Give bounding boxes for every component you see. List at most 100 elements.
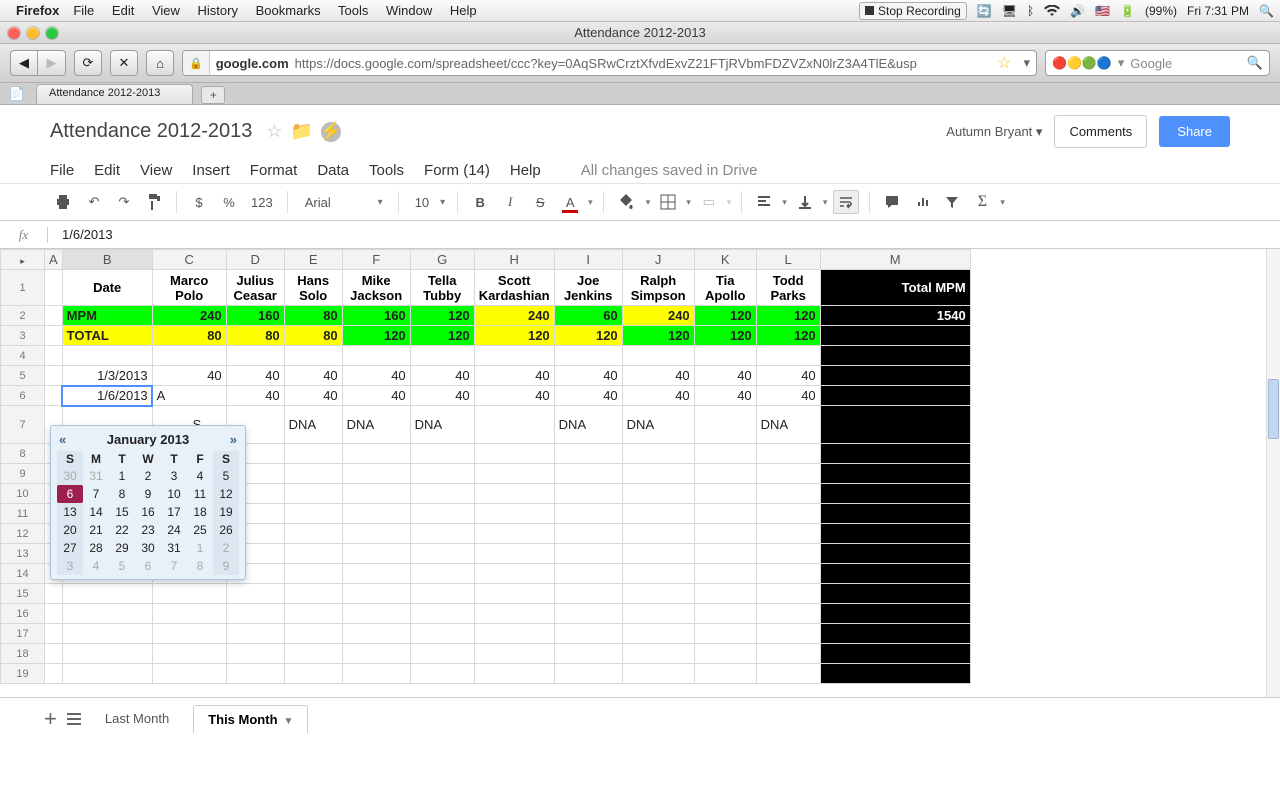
cell-E17[interactable] xyxy=(284,624,342,644)
datepicker-day[interactable]: 22 xyxy=(109,521,135,539)
cell-J18[interactable] xyxy=(622,644,694,664)
cell-H14[interactable] xyxy=(474,564,554,584)
cell-J2[interactable]: 240 xyxy=(622,306,694,326)
cell-K4[interactable] xyxy=(694,346,756,366)
share-button[interactable]: Share xyxy=(1159,116,1230,147)
row-header-4[interactable]: 4 xyxy=(1,346,45,366)
cell-G6[interactable]: 40 xyxy=(410,386,474,406)
activity-icon[interactable]: ⚡ xyxy=(321,122,341,142)
cell-H9[interactable] xyxy=(474,464,554,484)
cell-M3[interactable] xyxy=(820,326,970,346)
cell-H10[interactable] xyxy=(474,484,554,504)
cell-I7[interactable]: DNA xyxy=(554,406,622,444)
cell-H18[interactable] xyxy=(474,644,554,664)
cell-G3[interactable]: 120 xyxy=(410,326,474,346)
cell-I5[interactable]: 40 xyxy=(554,366,622,386)
row-header-8[interactable]: 8 xyxy=(1,444,45,464)
menu-edit[interactable]: Edit xyxy=(94,162,120,179)
cell-D2[interactable]: 160 xyxy=(226,306,284,326)
cell-A18[interactable] xyxy=(45,644,63,664)
cell-E8[interactable] xyxy=(284,444,342,464)
wrap-button[interactable] xyxy=(833,190,859,214)
cell-M10[interactable] xyxy=(820,484,970,504)
clock[interactable]: Fri 7:31 PM xyxy=(1187,4,1249,18)
cell-D15[interactable] xyxy=(226,584,284,604)
cell-E6[interactable]: 40 xyxy=(284,386,342,406)
cell-M1[interactable]: Total MPM xyxy=(820,270,970,306)
col-header-L[interactable]: L xyxy=(756,250,820,270)
row-header-12[interactable]: 12 xyxy=(1,524,45,544)
cell-K3[interactable]: 120 xyxy=(694,326,756,346)
display-icon[interactable]: 🖥 xyxy=(1002,4,1017,18)
cell-G18[interactable] xyxy=(410,644,474,664)
datepicker-day[interactable]: 6 xyxy=(57,485,83,503)
cell-G9[interactable] xyxy=(410,464,474,484)
battery-icon[interactable]: 🔋 xyxy=(1120,4,1135,18)
datepicker-day[interactable]: 7 xyxy=(83,485,109,503)
reload-button[interactable]: ⟳ xyxy=(74,50,102,76)
cell-J8[interactable] xyxy=(622,444,694,464)
cell-A16[interactable] xyxy=(45,604,63,624)
os-app-name[interactable]: Firefox xyxy=(16,3,59,18)
row-header-6[interactable]: 6 xyxy=(1,386,45,406)
cell-F15[interactable] xyxy=(342,584,410,604)
cell-G12[interactable] xyxy=(410,524,474,544)
col-header-corner[interactable]: ▸ xyxy=(1,250,45,270)
cell-B6[interactable]: 1/6/2013 xyxy=(62,386,152,406)
cell-D16[interactable] xyxy=(226,604,284,624)
cell-F18[interactable] xyxy=(342,644,410,664)
cell-F13[interactable] xyxy=(342,544,410,564)
cell-G19[interactable] xyxy=(410,664,474,684)
doc-title[interactable]: Attendance 2012-2013 xyxy=(50,120,252,143)
forward-button[interactable]: ▶ xyxy=(38,50,66,76)
cell-K16[interactable] xyxy=(694,604,756,624)
cell-I9[interactable] xyxy=(554,464,622,484)
new-tab-button[interactable]: + xyxy=(201,86,225,104)
font-select[interactable]: Arial xyxy=(298,192,388,213)
row-header-13[interactable]: 13 xyxy=(1,544,45,564)
datepicker-day[interactable]: 4 xyxy=(187,467,213,485)
cell-G15[interactable] xyxy=(410,584,474,604)
cell-I16[interactable] xyxy=(554,604,622,624)
datepicker-day[interactable]: 1 xyxy=(187,539,213,557)
col-header-I[interactable]: I xyxy=(554,250,622,270)
cell-H4[interactable] xyxy=(474,346,554,366)
cell-M4[interactable] xyxy=(820,346,970,366)
cell-I17[interactable] xyxy=(554,624,622,644)
os-menu-history[interactable]: History xyxy=(198,3,238,18)
font-size-select[interactable]: 10 xyxy=(409,193,447,212)
col-header-C[interactable]: C xyxy=(152,250,226,270)
cell-A19[interactable] xyxy=(45,664,63,684)
cell-L7[interactable]: DNA xyxy=(756,406,820,444)
cell-M15[interactable] xyxy=(820,584,970,604)
cell-B16[interactable] xyxy=(62,604,152,624)
italic-button[interactable]: I xyxy=(498,190,522,214)
cell-J16[interactable] xyxy=(622,604,694,624)
valign-button[interactable] xyxy=(793,190,817,214)
cell-G14[interactable] xyxy=(410,564,474,584)
row-header-1[interactable]: 1 xyxy=(1,270,45,306)
cell-J9[interactable] xyxy=(622,464,694,484)
cell-C17[interactable] xyxy=(152,624,226,644)
percent-button[interactable]: % xyxy=(217,190,241,214)
cell-F7[interactable]: DNA xyxy=(342,406,410,444)
cell-B2[interactable]: MPM xyxy=(62,306,152,326)
cell-G7[interactable]: DNA xyxy=(410,406,474,444)
cell-E15[interactable] xyxy=(284,584,342,604)
paint-format-button[interactable] xyxy=(142,190,166,214)
datepicker-day[interactable]: 27 xyxy=(57,539,83,557)
os-menu-file[interactable]: File xyxy=(73,3,94,18)
wifi-icon[interactable] xyxy=(1044,5,1060,17)
cell-H1[interactable]: Scott Kardashian xyxy=(474,270,554,306)
datepicker-day[interactable]: 12 xyxy=(213,485,239,503)
cell-B17[interactable] xyxy=(62,624,152,644)
cell-H6[interactable]: 40 xyxy=(474,386,554,406)
cell-B19[interactable] xyxy=(62,664,152,684)
cell-M5[interactable] xyxy=(820,366,970,386)
cell-G8[interactable] xyxy=(410,444,474,464)
cell-L11[interactable] xyxy=(756,504,820,524)
cell-K9[interactable] xyxy=(694,464,756,484)
cell-J5[interactable]: 40 xyxy=(622,366,694,386)
datepicker-day[interactable]: 25 xyxy=(187,521,213,539)
cell-C2[interactable]: 240 xyxy=(152,306,226,326)
